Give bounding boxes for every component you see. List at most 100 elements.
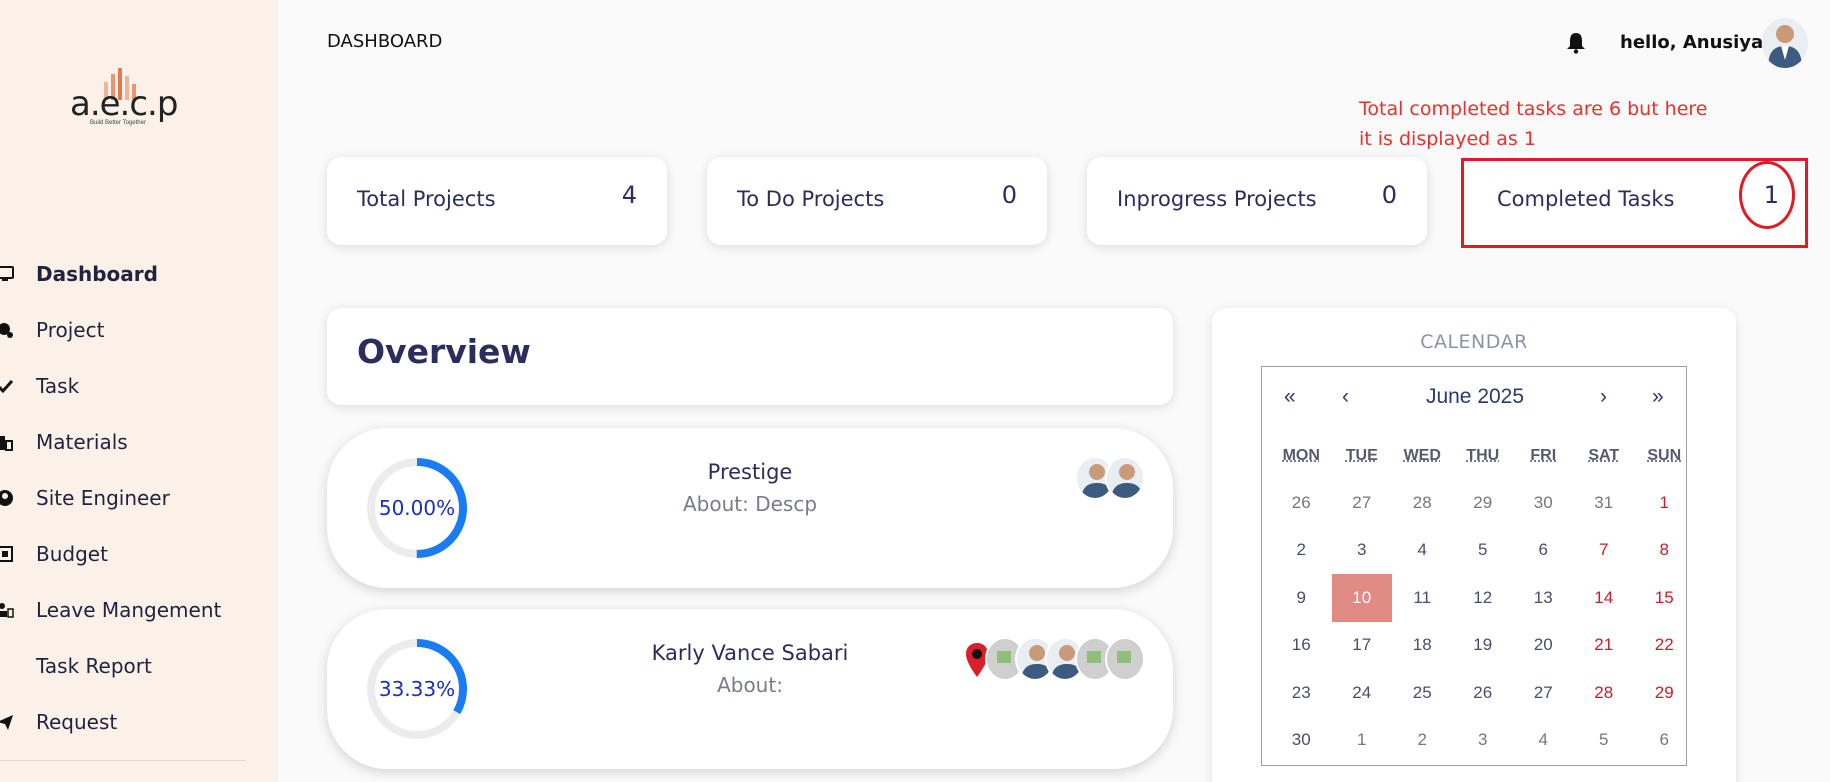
calendar-month-label[interactable]: June 2025 <box>1262 385 1688 409</box>
calendar-day[interactable]: 20 <box>1513 622 1574 670</box>
calendar-day[interactable]: 1 <box>1332 717 1393 765</box>
member-avatar[interactable] <box>1105 456 1145 500</box>
calendar-day[interactable]: 25 <box>1392 669 1453 717</box>
calendar-day[interactable]: 27 <box>1332 479 1393 527</box>
bell-icon[interactable] <box>1566 32 1586 59</box>
next-month-button[interactable]: › <box>1600 385 1607 409</box>
weekday-header: THU <box>1453 447 1514 479</box>
project-name: Prestige <box>327 460 1173 484</box>
weekday-header: MON <box>1271 447 1332 479</box>
calendar-day[interactable]: 5 <box>1453 527 1514 575</box>
calendar-day[interactable]: 21 <box>1574 622 1635 670</box>
calendar-day[interactable]: 28 <box>1392 479 1453 527</box>
calendar-day[interactable]: 24 <box>1332 669 1393 717</box>
calendar-day[interactable]: 31 <box>1574 479 1635 527</box>
user-circle-icon <box>0 489 14 507</box>
calendar-day[interactable]: 23 <box>1271 669 1332 717</box>
sidebar-item-project[interactable]: Project <box>0 302 278 358</box>
stat-value: 4 <box>622 181 637 209</box>
sidebar-item-dashboard[interactable]: Dashboard <box>0 246 278 302</box>
annotation-note: Total completed tasks are 6 but here it … <box>1359 94 1719 154</box>
calendar-day[interactable]: 6 <box>1513 527 1574 575</box>
project-icon <box>0 321 14 339</box>
sidebar-item-label: Dashboard <box>36 262 158 286</box>
monitor-icon <box>0 265 14 283</box>
calendar-day[interactable]: 28 <box>1574 669 1635 717</box>
logo-tagline: Build Better Together <box>90 120 146 126</box>
calendar-day[interactable]: 26 <box>1453 669 1514 717</box>
calendar-day[interactable]: 18 <box>1392 622 1453 670</box>
calendar: « ‹ June 2025 › » MON TUE WED THU FRI SAT SUN 2… <box>1261 366 1687 766</box>
calendar-day[interactable]: 14 <box>1574 574 1635 622</box>
calendar-day[interactable]: 8 <box>1634 527 1695 575</box>
sidebar-item-task-report[interactable]: Task Report <box>0 638 278 694</box>
calendar-day[interactable]: 26 <box>1271 479 1332 527</box>
sidebar-nav: Dashboard Project Task Materials Site En… <box>0 246 278 750</box>
building-icon <box>0 433 14 451</box>
user-avatar[interactable] <box>1762 18 1808 68</box>
sidebar-item-budget[interactable]: Budget <box>0 526 278 582</box>
calendar-day[interactable]: 16 <box>1271 622 1332 670</box>
calendar-day[interactable]: 22 <box>1634 622 1695 670</box>
calendar-day[interactable]: 13 <box>1513 574 1574 622</box>
calendar-day[interactable]: 4 <box>1513 717 1574 765</box>
calendar-day[interactable]: 15 <box>1634 574 1695 622</box>
project-card[interactable]: 50.00% Prestige About: Descp <box>327 428 1173 588</box>
send-icon <box>0 713 14 731</box>
calendar-day[interactable]: 27 <box>1513 669 1574 717</box>
stat-value: 0 <box>1382 181 1397 209</box>
stat-card-inprogress-projects[interactable]: Inprogress Projects 0 <box>1087 157 1427 245</box>
member-avatars <box>965 637 1145 681</box>
stat-card-todo-projects[interactable]: To Do Projects 0 <box>707 157 1047 245</box>
calendar-day[interactable]: 5 <box>1574 717 1635 765</box>
calendar-day[interactable]: 11 <box>1392 574 1453 622</box>
project-card[interactable]: 33.33% Karly Vance Sabari About: <box>327 609 1173 769</box>
weekday-header: TUE <box>1332 447 1393 479</box>
sidebar-item-leave-management[interactable]: Leave Mangement <box>0 582 278 638</box>
sidebar-item-label: Budget <box>36 542 108 566</box>
logo[interactable]: a.e.c.p Build Better Together <box>70 62 180 132</box>
calendar-day[interactable]: 19 <box>1453 622 1514 670</box>
weekday-header: WED <box>1392 447 1453 479</box>
member-avatars <box>1085 456 1145 500</box>
sidebar-item-site-engineer[interactable]: Site Engineer <box>0 470 278 526</box>
sidebar-item-label: Request <box>36 710 117 734</box>
stat-card-total-projects[interactable]: Total Projects 4 <box>327 157 667 245</box>
blank-icon <box>0 657 14 675</box>
sidebar-item-label: Materials <box>36 430 128 454</box>
calendar-day[interactable]: 17 <box>1332 622 1393 670</box>
sidebar-item-materials[interactable]: Materials <box>0 414 278 470</box>
calendar-day[interactable]: 3 <box>1332 527 1393 575</box>
sidebar-item-label: Project <box>36 318 104 342</box>
sidebar-item-label: Task Report <box>36 654 152 678</box>
weekday-header: SAT <box>1574 447 1635 479</box>
calendar-day[interactable]: 4 <box>1392 527 1453 575</box>
calendar-day[interactable]: 9 <box>1271 574 1332 622</box>
sidebar-item-task[interactable]: Task <box>0 358 278 414</box>
calendar-day[interactable]: 6 <box>1634 717 1695 765</box>
calendar-day[interactable]: 3 <box>1453 717 1514 765</box>
calendar-day[interactable]: 12 <box>1453 574 1514 622</box>
calendar-day[interactable]: 29 <box>1634 669 1695 717</box>
page-title: DASHBOARD <box>327 31 442 52</box>
calendar-day[interactable]: 10 <box>1332 574 1393 622</box>
calendar-day[interactable]: 2 <box>1392 717 1453 765</box>
calendar-day[interactable]: 30 <box>1513 479 1574 527</box>
calendar-day[interactable]: 7 <box>1574 527 1635 575</box>
calendar-day[interactable]: 2 <box>1271 527 1332 575</box>
calendar-heading: CALENDAR <box>1212 331 1736 353</box>
sidebar-item-request[interactable]: Request <box>0 694 278 750</box>
sidebar-item-label: Task <box>36 374 79 398</box>
calendar-day[interactable]: 1 <box>1634 479 1695 527</box>
calendar-day[interactable]: 30 <box>1271 717 1332 765</box>
sidebar-item-label: Leave Mangement <box>36 598 221 622</box>
calendar-day[interactable]: 29 <box>1453 479 1514 527</box>
user-greeting: hello, Anusiya! <box>1620 32 1771 53</box>
weekday-header: FRI <box>1513 447 1574 479</box>
member-avatar-broken[interactable] <box>1105 637 1145 681</box>
calendar-grid: MON TUE WED THU FRI SAT SUN 26 27 28 29 30 31 1 2 3 4 5 6 7… <box>1271 447 1695 764</box>
sidebar: a.e.c.p Build Better Together Dashboard … <box>0 0 278 782</box>
calendar-card: CALENDAR « ‹ June 2025 › » MON TUE WED THU F… <box>1212 308 1736 782</box>
next-year-button[interactable]: » <box>1652 385 1664 409</box>
sidebar-item-label: Site Engineer <box>36 486 170 510</box>
